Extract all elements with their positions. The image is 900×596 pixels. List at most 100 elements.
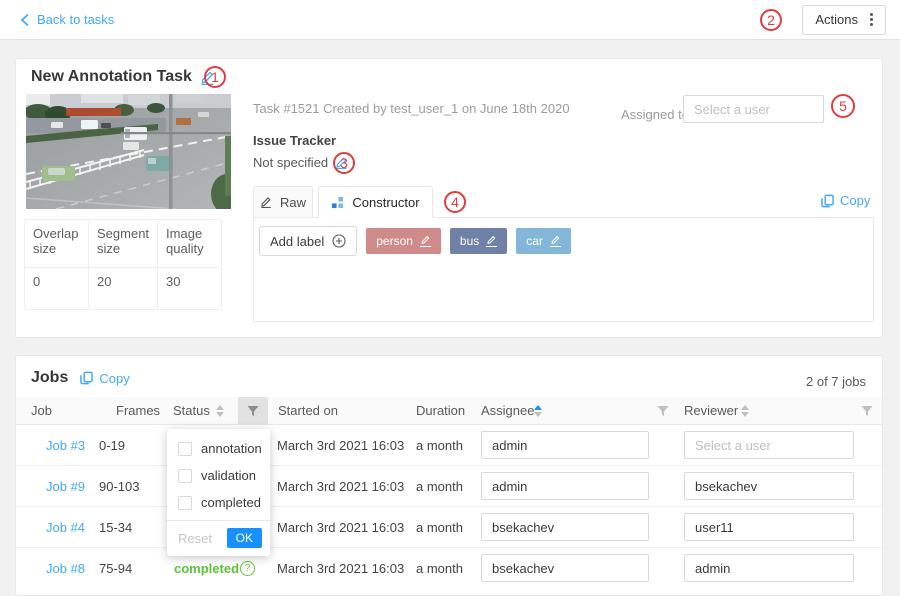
- assignee-sorter[interactable]: [534, 405, 542, 417]
- col-frames[interactable]: Frames: [116, 403, 160, 418]
- tab-constructor[interactable]: Constructor: [318, 186, 433, 218]
- annotation-circle-4: 4: [444, 191, 466, 213]
- job-3-reviewer-input[interactable]: [684, 431, 854, 459]
- param-header-quality: Image quality: [158, 220, 222, 268]
- job-9-assignee-input[interactable]: [481, 472, 649, 500]
- job-8-assignee-input[interactable]: [481, 554, 649, 582]
- issue-tracker-value: Not specified: [253, 155, 328, 170]
- edit-label-icon[interactable]: [486, 235, 497, 247]
- jobs-table-header: Job Frames Status Started on Duration As…: [16, 397, 882, 425]
- task-parameters-table: Overlap size Segment size Image quality …: [24, 219, 222, 310]
- job-4-started: March 3rd 2021 16:03: [277, 520, 404, 535]
- copy-icon: [80, 371, 93, 385]
- assigned-to-label: Assigned to: [621, 107, 689, 122]
- annotation-circle-3: 3: [333, 152, 355, 174]
- task-title: New Annotation Task: [31, 68, 192, 86]
- task-meta-text: Task #1521 Created by test_user_1 on Jun…: [253, 101, 570, 116]
- traffic-scene-image: [26, 94, 231, 209]
- job-9-frames: 90-103: [99, 479, 139, 494]
- label-chip-bus-name: bus: [460, 234, 479, 248]
- job-8-duration: a month: [416, 561, 463, 576]
- col-assignee[interactable]: Assignee: [481, 403, 534, 418]
- jobs-count: 2 of 7 jobs: [806, 374, 866, 389]
- reviewer-sorter[interactable]: [741, 405, 749, 417]
- param-header-overlap: Overlap size: [25, 220, 89, 268]
- label-chip-car-name: car: [526, 234, 543, 248]
- copy-jobs-link[interactable]: Copy: [80, 371, 129, 386]
- label-chip-car[interactable]: car: [516, 228, 571, 254]
- filter-option-completed[interactable]: completed: [167, 489, 270, 516]
- job-4-frames: 15-34: [99, 520, 132, 535]
- jobs-title: Jobs: [31, 369, 68, 387]
- filter-checkbox-annotation[interactable]: [178, 442, 192, 456]
- job-3-started: March 3rd 2021 16:03: [277, 438, 404, 453]
- plus-circle-icon: [332, 234, 346, 248]
- edit-label-icon[interactable]: [420, 235, 431, 247]
- job-9-started: March 3rd 2021 16:03: [277, 479, 404, 494]
- job-8-link[interactable]: Job #8: [46, 561, 85, 576]
- job-4-link[interactable]: Job #4: [46, 520, 85, 535]
- job-4-duration: a month: [416, 520, 463, 535]
- status-help-icon[interactable]: ?: [240, 561, 255, 576]
- job-8-started: March 3rd 2021 16:03: [277, 561, 404, 576]
- actions-button[interactable]: Actions: [802, 5, 886, 35]
- col-job[interactable]: Job: [31, 403, 52, 418]
- job-4-assignee-input[interactable]: [481, 513, 649, 541]
- task-preview-thumbnail: [26, 94, 231, 209]
- job-8-frames: 75-94: [99, 561, 132, 576]
- edit-label-icon[interactable]: [550, 235, 561, 247]
- job-3-frames: 0-19: [99, 438, 125, 453]
- job-row-9: Job #9 90-103 March 3rd 2021 16:03 a mon…: [16, 466, 882, 507]
- actions-label: Actions: [815, 12, 858, 27]
- add-label-text: Add label: [270, 234, 324, 249]
- job-9-link[interactable]: Job #9: [46, 479, 85, 494]
- job-4-reviewer-input[interactable]: [684, 513, 854, 541]
- copy-icon: [821, 194, 834, 208]
- status-filter-button[interactable]: [238, 397, 268, 425]
- chevron-left-icon: [20, 13, 30, 27]
- label-constructor-panel: Add label person bus car: [253, 217, 874, 322]
- job-3-duration: a month: [416, 438, 463, 453]
- annotation-circle-2: 2: [760, 9, 782, 31]
- filter-checkbox-completed[interactable]: [178, 496, 192, 510]
- col-reviewer[interactable]: Reviewer: [684, 403, 738, 418]
- tab-raw-label: Raw: [280, 195, 306, 210]
- label-chip-person-name: person: [376, 234, 413, 248]
- col-duration[interactable]: Duration: [416, 403, 465, 418]
- param-value-overlap: 0: [25, 268, 89, 310]
- tab-constructor-label: Constructor: [352, 195, 419, 210]
- filter-option-annotation[interactable]: annotation: [167, 435, 270, 462]
- job-9-reviewer-input[interactable]: [684, 472, 854, 500]
- copy-labels-link[interactable]: Copy: [821, 193, 870, 208]
- param-header-segment: Segment size: [89, 220, 158, 268]
- filter-option-completed-label: completed: [201, 495, 261, 510]
- job-3-assignee-input[interactable]: [481, 431, 649, 459]
- jobs-card: Jobs Copy 2 of 7 jobs Job Frames Status …: [15, 355, 883, 596]
- assignee-filter-button[interactable]: [657, 405, 669, 420]
- job-3-link[interactable]: Job #3: [46, 438, 85, 453]
- filter-checkbox-validation[interactable]: [178, 469, 192, 483]
- add-label-button[interactable]: Add label: [259, 226, 357, 256]
- job-row-8: Job #8 75-94 completed ? March 3rd 2021 …: [16, 548, 882, 589]
- label-chip-person[interactable]: person: [366, 228, 441, 254]
- job-9-duration: a month: [416, 479, 463, 494]
- reviewer-filter-button[interactable]: [861, 405, 873, 420]
- col-status[interactable]: Status: [173, 403, 210, 418]
- filter-option-annotation-label: annotation: [201, 441, 262, 456]
- tab-raw[interactable]: Raw: [253, 186, 313, 218]
- annotation-circle-5: 5: [831, 94, 855, 118]
- task-assignee-input[interactable]: [683, 95, 824, 123]
- status-sorter[interactable]: [216, 405, 224, 417]
- job-row-4: Job #4 15-34 March 3rd 2021 16:03 a mont…: [16, 507, 882, 548]
- back-to-tasks-link[interactable]: Back to tasks: [20, 12, 114, 27]
- label-chip-bus[interactable]: bus: [450, 228, 507, 254]
- filter-reset-button[interactable]: Reset: [178, 531, 212, 546]
- filter-option-validation[interactable]: validation: [167, 462, 270, 489]
- job-row-3: Job #3 0-19 March 3rd 2021 16:03 a month: [16, 425, 882, 466]
- filter-ok-button[interactable]: OK: [227, 528, 262, 548]
- issue-tracker-label: Issue Tracker: [253, 133, 336, 148]
- job-8-reviewer-input[interactable]: [684, 554, 854, 582]
- copy-labels-label: Copy: [840, 193, 870, 208]
- filter-funnel-icon: [861, 405, 873, 417]
- col-started-on[interactable]: Started on: [278, 403, 338, 418]
